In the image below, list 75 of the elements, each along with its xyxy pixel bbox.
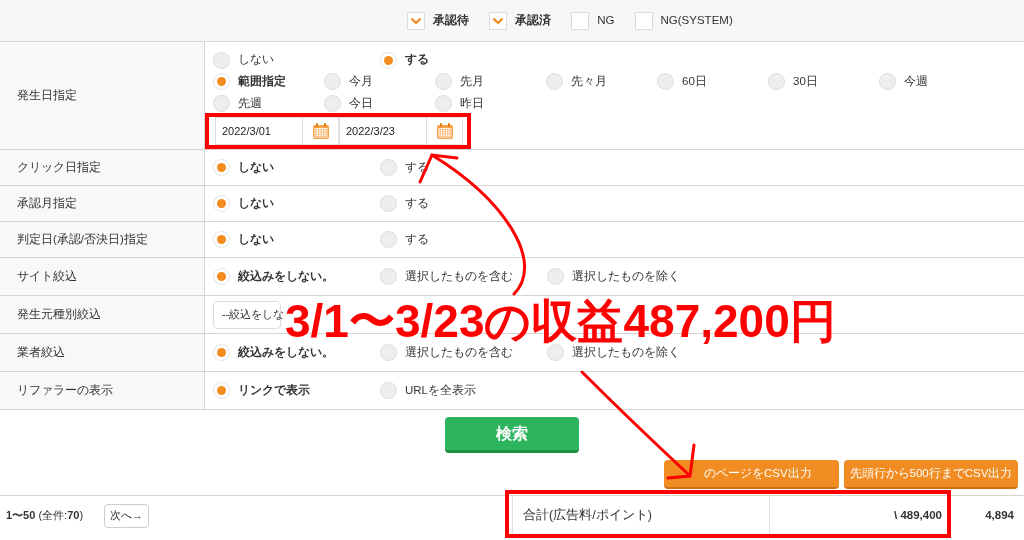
radio-button[interactable] <box>213 159 230 176</box>
row-label: 発生元種別絞込 <box>0 296 205 334</box>
check-icon <box>410 15 423 26</box>
radio-option[interactable]: しない <box>213 230 380 249</box>
radio-option[interactable]: 絞込みをしない。 <box>213 267 380 286</box>
radio-button[interactable] <box>213 382 230 399</box>
radio-button[interactable] <box>213 73 230 91</box>
row-label: 承認月指定 <box>0 186 205 222</box>
checkbox-label: NG(SYSTEM) <box>660 12 733 28</box>
radio-button[interactable] <box>380 231 397 248</box>
radio-option[interactable]: する <box>380 230 547 249</box>
date-field[interactable]: 2022/3/23 <box>339 117 427 145</box>
row-label: サイト絞込 <box>0 258 205 296</box>
checkbox[interactable] <box>571 11 590 30</box>
radio-button[interactable] <box>380 159 397 176</box>
pagination-range: 1〜50 (全件:70) <box>5 508 85 524</box>
checkbox-label: NG <box>597 12 615 28</box>
radio-button[interactable] <box>380 382 397 399</box>
radio-option[interactable]: 先々月 <box>546 73 657 91</box>
radio-button[interactable] <box>380 344 397 361</box>
radio-option[interactable]: 選択したものを除く <box>547 267 697 286</box>
radio-option[interactable]: 今月 <box>324 73 435 91</box>
radio-button[interactable] <box>657 73 674 91</box>
radio-option[interactable]: 先月 <box>435 73 546 91</box>
radio-button[interactable] <box>547 268 564 285</box>
date-field[interactable]: 2022/3/01 <box>215 117 303 145</box>
radio-option[interactable]: しない <box>213 51 380 69</box>
row-label: リファラーの表示 <box>0 372 205 410</box>
row-label: クリック日指定 <box>0 150 205 186</box>
checkbox[interactable] <box>407 11 426 30</box>
radio-option[interactable]: 今日 <box>324 95 435 113</box>
calendar-icon[interactable] <box>311 122 330 140</box>
row-label: 業者絞込 <box>0 334 205 372</box>
radio-option[interactable]: しない <box>213 158 380 177</box>
total-count: 4,894 <box>984 507 1015 523</box>
radio-button[interactable] <box>435 95 452 113</box>
radio-option[interactable]: リンクで表示 <box>213 381 380 400</box>
radio-button[interactable] <box>380 51 397 69</box>
calendar-icon[interactable] <box>435 122 454 140</box>
radio-button[interactable] <box>213 51 230 69</box>
radio-option[interactable]: URLを全表示 <box>380 381 547 400</box>
checkbox-label: 承認済 <box>515 12 552 28</box>
radio-button[interactable] <box>768 73 785 91</box>
radio-option[interactable]: 30日 <box>768 73 879 91</box>
source-type-select[interactable]: --絞込をしな <box>213 300 281 329</box>
checkbox[interactable] <box>634 11 653 30</box>
radio-button[interactable] <box>380 268 397 285</box>
next-page-button[interactable]: 次へ→ <box>104 503 149 528</box>
check-icon <box>492 15 505 26</box>
radio-option[interactable]: 昨日 <box>435 95 546 113</box>
radio-button[interactable] <box>213 195 230 212</box>
radio-option[interactable]: 選択したものを含む <box>380 267 547 286</box>
radio-button[interactable] <box>324 73 341 91</box>
radio-button[interactable] <box>213 344 230 361</box>
radio-option[interactable]: 先週 <box>213 95 324 113</box>
radio-button[interactable] <box>213 95 230 113</box>
radio-option[interactable]: する <box>380 51 530 69</box>
total-label: 合計(広告料/ポイント) <box>512 496 770 535</box>
total-amount: \ 489,400 <box>893 507 943 523</box>
radio-option[interactable]: 範囲指定 <box>213 73 324 91</box>
radio-button[interactable] <box>546 73 563 91</box>
checkbox-label: 承認待 <box>433 12 470 28</box>
radio-button[interactable] <box>213 231 230 248</box>
radio-button[interactable] <box>213 268 230 285</box>
radio-option[interactable]: しない <box>213 194 380 213</box>
row-label: 判定日(承認/否決日)指定 <box>0 222 205 258</box>
radio-button[interactable] <box>435 73 452 91</box>
radio-button[interactable] <box>380 195 397 212</box>
radio-button[interactable] <box>879 73 896 91</box>
radio-option[interactable]: 60日 <box>657 73 768 91</box>
radio-option[interactable]: 今週 <box>879 73 990 91</box>
checkbox[interactable] <box>489 11 508 30</box>
radio-option[interactable]: する <box>380 194 547 213</box>
row-label: 発生日指定 <box>0 42 205 150</box>
radio-button[interactable] <box>324 95 341 113</box>
